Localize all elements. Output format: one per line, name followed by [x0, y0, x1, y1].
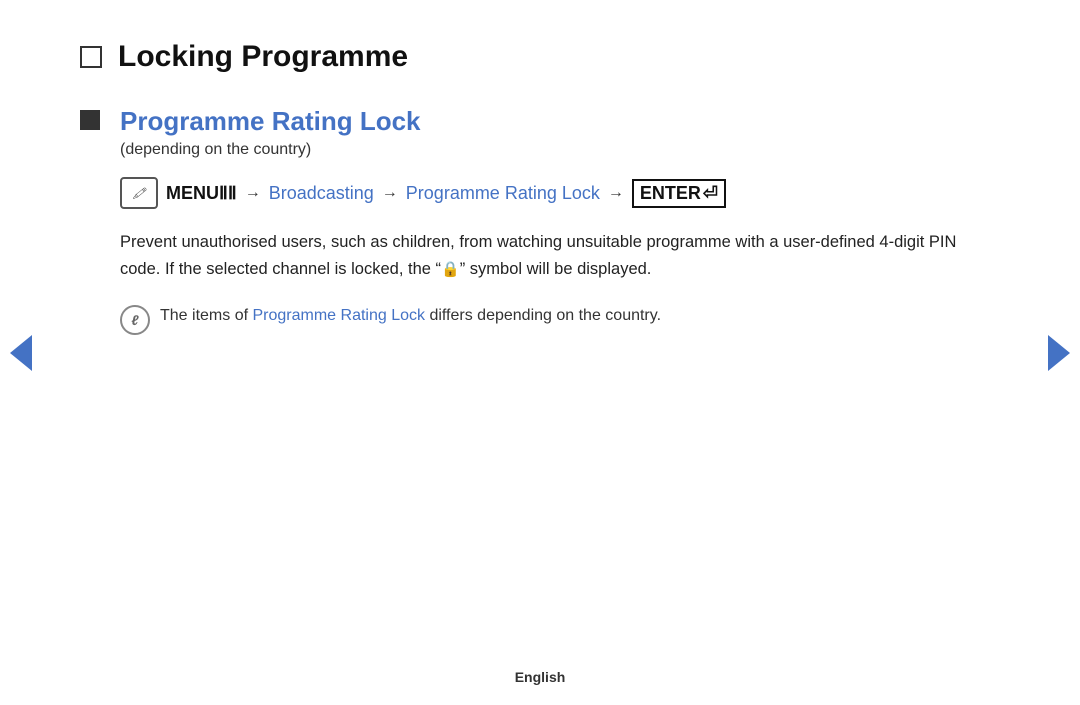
lock-symbol: 🔒 [441, 258, 460, 283]
menu-arrow-1: → [245, 184, 261, 202]
footer-language: English [515, 669, 566, 685]
menu-arrow-3: → [608, 184, 624, 202]
menu-label: MENUⅡⅡ [166, 183, 237, 204]
page-title: Locking Programme [118, 40, 408, 74]
section-subtitle: (depending on the country) [120, 141, 1000, 159]
note-row: ℓ The items of Programme Rating Lock dif… [120, 303, 1000, 335]
section-bullet-icon [80, 110, 100, 130]
programme-rating-lock-link[interactable]: Programme Rating Lock [406, 183, 600, 204]
menu-path: 🖍 MENUⅡⅡ → Broadcasting → Programme Rati… [120, 177, 1000, 209]
menu-icon: 🖍 [120, 177, 158, 209]
broadcasting-link[interactable]: Broadcasting [269, 183, 374, 204]
section-title: Programme Rating Lock [120, 106, 1000, 137]
note-icon: ℓ [120, 305, 150, 335]
enter-button[interactable]: ENTER⏎ [632, 179, 726, 208]
main-heading: Locking Programme [80, 40, 1000, 74]
section-content: Programme Rating Lock (depending on the … [120, 106, 1000, 335]
heading-checkbox-icon [80, 46, 102, 68]
nav-previous-button[interactable] [10, 335, 32, 371]
menu-arrow-2: → [382, 184, 398, 202]
nav-next-button[interactable] [1048, 335, 1070, 371]
note-text: The items of Programme Rating Lock diffe… [160, 303, 661, 329]
description-text: Prevent unauthorised users, such as chil… [120, 229, 980, 283]
note-programme-rating-lock-link[interactable]: Programme Rating Lock [252, 307, 425, 324]
page-container: Locking Programme Programme Rating Lock … [0, 0, 1080, 705]
section: Programme Rating Lock (depending on the … [80, 106, 1000, 335]
